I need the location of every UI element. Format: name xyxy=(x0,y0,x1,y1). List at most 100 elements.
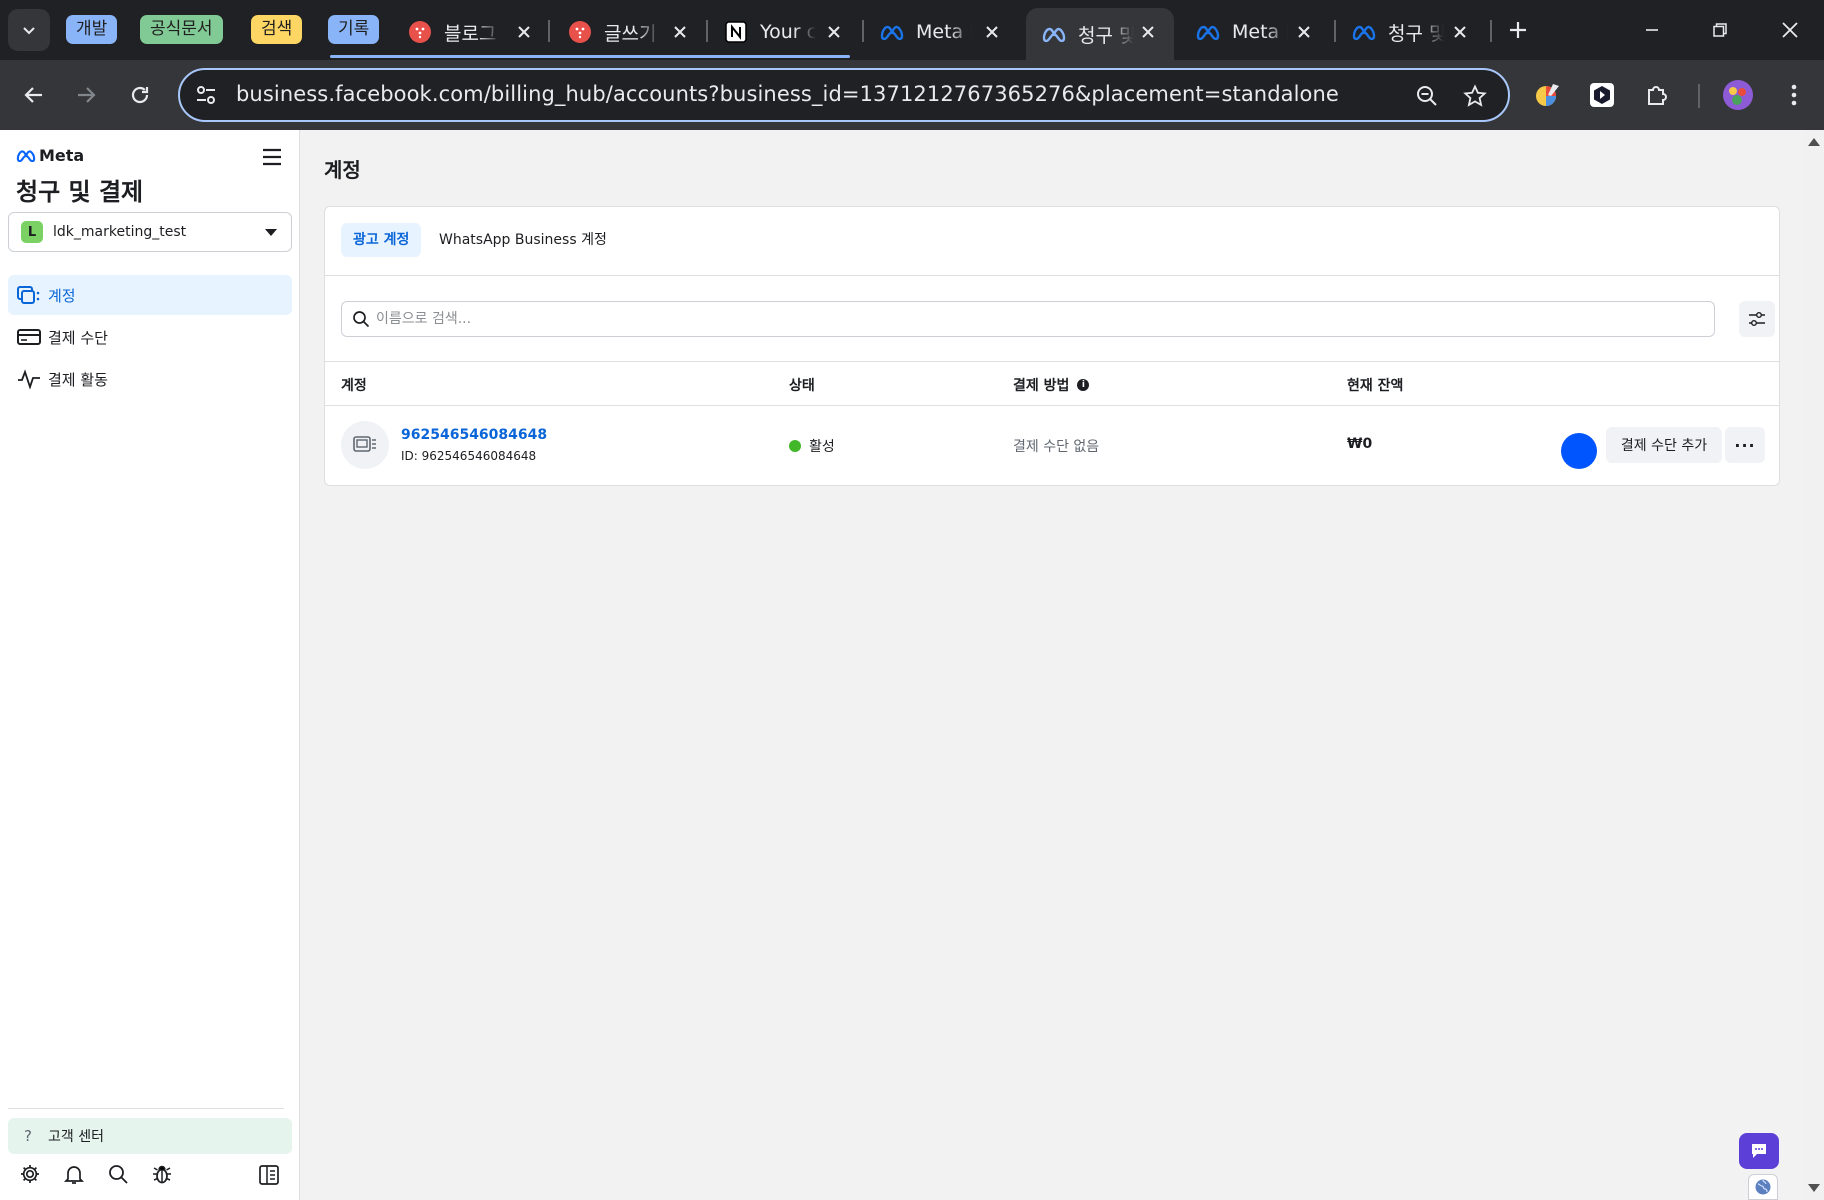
tab-title: Meta I xyxy=(1232,21,1288,43)
extensions-puzzle-icon[interactable] xyxy=(1642,79,1674,111)
close-icon[interactable] xyxy=(1292,20,1316,44)
bug-icon[interactable] xyxy=(150,1162,174,1186)
card-divider xyxy=(325,405,1779,406)
browser-tab-meta-1[interactable]: Meta I xyxy=(864,8,1018,56)
notion-icon xyxy=(724,20,748,44)
minimize-icon xyxy=(1646,29,1658,31)
arrow-left-icon xyxy=(24,87,42,103)
meta-logo: Meta xyxy=(16,146,84,165)
reload-button[interactable] xyxy=(120,75,160,115)
current-balance-value: ₩0 xyxy=(1347,436,1373,452)
browser-tab-writing[interactable]: 글쓰기 xyxy=(552,8,706,56)
status-badge: 활성 xyxy=(789,436,835,456)
browser-tab-blog[interactable]: 블로그 xyxy=(392,8,550,56)
column-header-status[interactable]: 상태 xyxy=(789,375,815,395)
sidebar-item-label: 결제 수단 xyxy=(48,328,108,347)
restore-icon xyxy=(1713,23,1727,37)
more-options-button[interactable]: ··· xyxy=(1725,427,1765,463)
sidebar-collapse-icon[interactable] xyxy=(258,1164,280,1186)
tab-whatsapp-accounts[interactable]: WhatsApp Business 계정 xyxy=(427,223,619,257)
column-header-label: 계정 xyxy=(341,378,367,394)
meta-icon xyxy=(16,150,36,162)
tab-title: 블로그 xyxy=(444,22,497,45)
bookmark-star-icon[interactable] xyxy=(1462,83,1488,109)
question-icon: ? xyxy=(24,1127,32,1145)
hamburger-menu-icon[interactable] xyxy=(262,148,282,166)
restore-button[interactable] xyxy=(1702,12,1738,48)
red-dotted-favicon xyxy=(408,20,432,44)
sidebar-item-label: 계정 xyxy=(48,286,76,305)
close-icon[interactable] xyxy=(668,20,692,44)
tab-search-button[interactable] xyxy=(8,9,50,51)
chat-support-button[interactable] xyxy=(1739,1133,1779,1169)
profile-avatar[interactable] xyxy=(1722,79,1754,111)
chat-bubble-icon xyxy=(1752,1144,1766,1158)
site-settings-icon[interactable] xyxy=(194,83,218,107)
accounts-card: 광고 계정 WhatsApp Business 계정 계정 상태 결제 방법 i… xyxy=(324,206,1780,486)
color-picker-extension-icon[interactable] xyxy=(1532,79,1564,111)
meta-brand-text: Meta xyxy=(39,146,85,165)
business-avatar: L xyxy=(21,221,43,243)
sidebar-item-payment-methods[interactable]: 결제 수단 xyxy=(8,317,292,357)
account-name-link[interactable]: 962546546084648 xyxy=(401,427,547,443)
column-header-account[interactable]: 계정 xyxy=(341,375,367,395)
column-header-balance[interactable]: 현재 잔액 xyxy=(1347,375,1403,395)
help-center-label: 고객 센터 xyxy=(48,1129,104,1145)
tab-group-docs[interactable]: 공식문서 xyxy=(140,15,223,44)
zoom-icon[interactable] xyxy=(1414,83,1440,109)
close-icon[interactable] xyxy=(512,20,536,44)
browser-tab-strip: 개발 공식문서 검색 기록 블로그 글쓰기 Your c Meta I 청구 및… xyxy=(0,0,1824,60)
add-payment-method-button[interactable]: 결제 수단 추가 xyxy=(1606,427,1722,463)
browser-tab-billing-2[interactable]: 청구 및 xyxy=(1336,8,1486,56)
search-icon[interactable] xyxy=(106,1162,130,1186)
tab-group-record[interactable]: 기록 xyxy=(328,15,380,44)
browser-tab-billing-active[interactable]: 청구 및 xyxy=(1026,8,1174,60)
status-dot xyxy=(789,440,801,452)
url-text: business.facebook.com/billing_hub/accoun… xyxy=(236,82,1339,106)
column-header-label: 결제 방법 xyxy=(1013,378,1070,394)
info-icon[interactable]: i xyxy=(1077,379,1090,391)
sidebar-item-accounts[interactable]: 계정 xyxy=(8,275,292,315)
meta-icon xyxy=(1042,22,1066,46)
more-vertical-icon[interactable] xyxy=(1778,79,1810,111)
page-title: 청구 및 결제 xyxy=(16,178,144,206)
scroll-down-arrow-icon[interactable] xyxy=(1808,1184,1820,1192)
tab-group-search[interactable]: 검색 xyxy=(251,15,303,44)
sidebar-item-payment-activity[interactable]: 결제 활동 xyxy=(8,359,292,399)
language-button[interactable] xyxy=(1748,1174,1778,1200)
forward-button[interactable] xyxy=(66,75,106,115)
tab-title: 글쓰기 xyxy=(604,22,657,45)
close-icon[interactable] xyxy=(822,20,846,44)
address-bar[interactable]: business.facebook.com/billing_hub/accoun… xyxy=(178,68,1510,122)
settings-gear-icon[interactable] xyxy=(18,1162,42,1186)
scroll-up-arrow-icon[interactable] xyxy=(1808,138,1820,146)
account-id: ID: 962546546084648 xyxy=(401,449,537,463)
new-tab-button[interactable] xyxy=(1504,16,1532,44)
search-input[interactable] xyxy=(376,311,1676,327)
sidebar-divider xyxy=(8,1108,284,1109)
credit-card-icon xyxy=(16,326,42,348)
help-center-link[interactable]: ? 고객 센터 xyxy=(8,1118,292,1154)
close-icon[interactable] xyxy=(1448,20,1472,44)
browser-tab-notion[interactable]: Your c xyxy=(708,8,860,56)
browser-tab-meta-2[interactable]: Meta I xyxy=(1180,8,1330,56)
extension-shield-icon[interactable] xyxy=(1586,79,1618,111)
minimize-button[interactable] xyxy=(1634,12,1670,48)
sidebar-item-label: 결제 활동 xyxy=(48,370,108,389)
search-field[interactable] xyxy=(341,301,1715,337)
tab-group-dev[interactable]: 개발 xyxy=(66,15,118,44)
close-icon[interactable] xyxy=(980,20,1004,44)
ad-account-icon xyxy=(341,421,389,469)
close-icon[interactable] xyxy=(1136,20,1160,44)
bell-icon[interactable] xyxy=(62,1162,86,1186)
tab-separator xyxy=(548,20,550,42)
business-selector[interactable]: L ldk_marketing_test xyxy=(8,212,292,252)
close-window-button[interactable] xyxy=(1772,12,1808,48)
page-scrollbar[interactable] xyxy=(1804,130,1824,1200)
filter-button[interactable] xyxy=(1739,301,1775,337)
tab-ad-accounts[interactable]: 광고 계정 xyxy=(341,223,422,257)
meta-icon xyxy=(1196,20,1220,44)
back-button[interactable] xyxy=(14,75,54,115)
payment-method-value: 결제 수단 없음 xyxy=(1013,439,1100,455)
column-header-payment-method[interactable]: 결제 방법 i xyxy=(1013,375,1090,395)
